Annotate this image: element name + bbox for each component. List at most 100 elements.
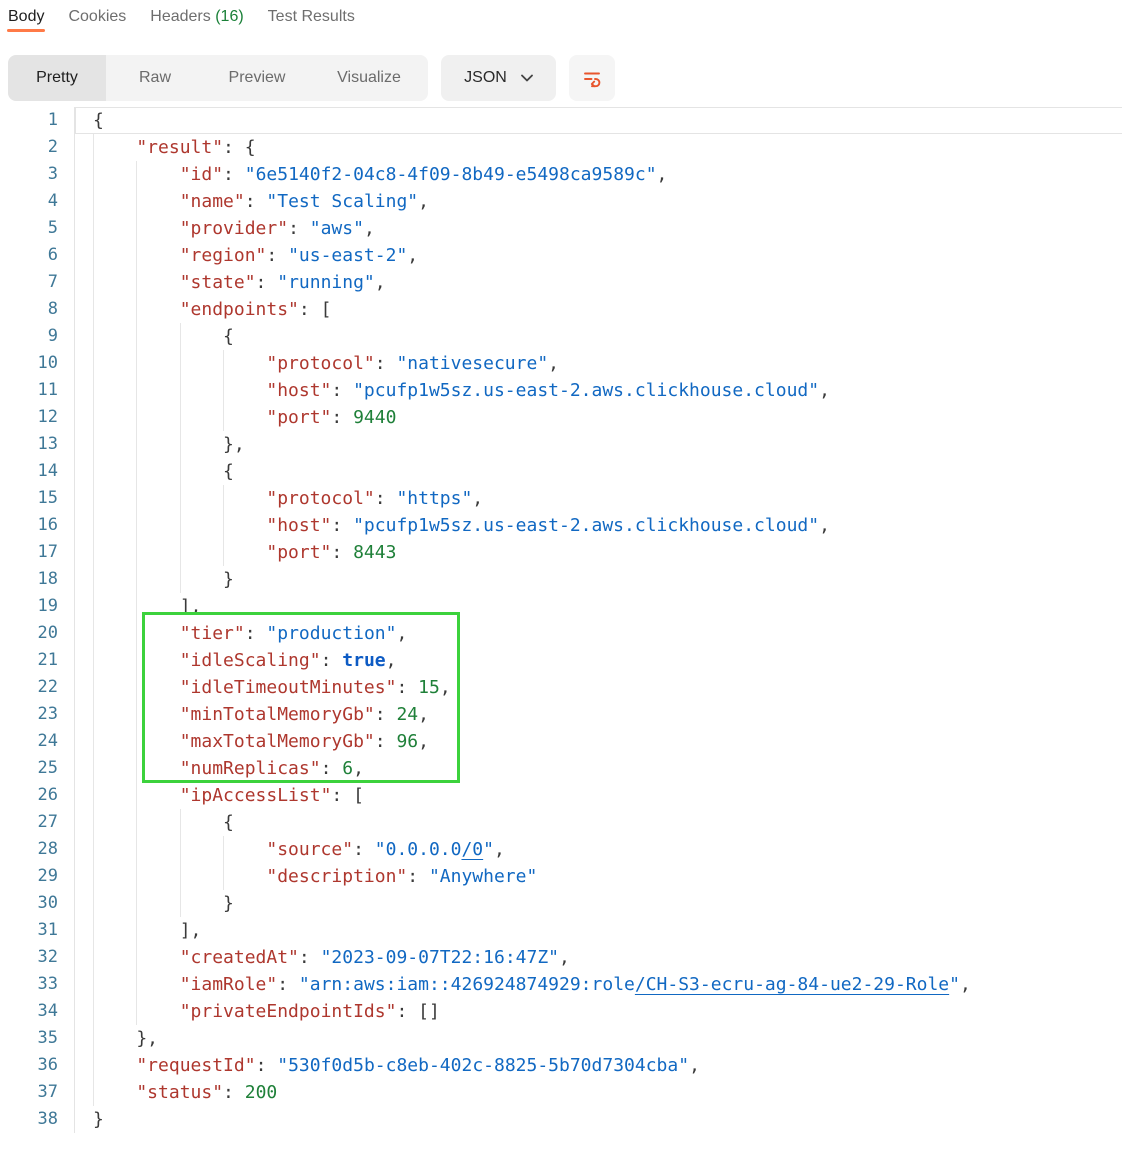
indent-guide [180, 566, 223, 593]
indent-guide [93, 350, 136, 377]
punctuation-token: , [440, 677, 451, 698]
code-line-content: "endpoints": [ [75, 296, 1122, 323]
indent-guide [93, 1079, 136, 1106]
indent-guide [93, 998, 136, 1025]
link-token[interactable]: /CH-S3-ecru-ag-84-ue2-29-Role [635, 974, 949, 995]
key-token: "idleTimeoutMinutes" [180, 677, 397, 698]
indent-guide [223, 836, 266, 863]
punctuation-token: , [418, 704, 429, 725]
indent-guide [136, 188, 179, 215]
punctuation-token: , [396, 623, 407, 644]
response-tab-bar: Body Cookies Headers (16) Test Results [0, 0, 1122, 42]
code-line-content: "requestId": "530f0d5b-c8eb-402c-8825-5b… [75, 1052, 1122, 1079]
indent-guide [136, 431, 179, 458]
key-token: "region" [180, 245, 267, 266]
line-number: 8 [0, 296, 75, 323]
code-line: 8"endpoints": [ [0, 296, 1122, 323]
line-number: 16 [0, 512, 75, 539]
code-line-content: "protocol": "nativesecure", [75, 350, 1122, 377]
code-line-content: "iamRole": "arn:aws:iam::426924874929:ro… [75, 971, 1122, 998]
indent-guide [136, 566, 179, 593]
code-line-content: "tier": "production", [75, 620, 1122, 647]
key-token: "maxTotalMemoryGb" [180, 731, 375, 752]
view-switcher: PrettyRawPreviewVisualize [8, 55, 428, 101]
indent-guide [93, 431, 136, 458]
tab-cookies[interactable]: Cookies [68, 8, 126, 38]
key-token: "provider" [180, 218, 288, 239]
line-number: 38 [0, 1106, 75, 1133]
number-token: 24 [396, 704, 418, 725]
code-line-content: "idleScaling": true, [75, 647, 1122, 674]
punctuation-token: : [256, 1055, 278, 1076]
indent-guide [93, 188, 136, 215]
number-token: 9440 [353, 407, 396, 428]
line-number: 9 [0, 323, 75, 350]
code-line: 11"host": "pcufp1w5sz.us-east-2.aws.clic… [0, 377, 1122, 404]
view-visualize-button[interactable]: Visualize [310, 55, 428, 101]
punctuation-token: , [418, 731, 429, 752]
format-dropdown-label: JSON [464, 69, 507, 87]
line-number: 29 [0, 863, 75, 890]
indent-guide [93, 485, 136, 512]
indent-guide [180, 539, 223, 566]
code-line-content: "result": { [75, 134, 1122, 161]
code-line-content: "host": "pcufp1w5sz.us-east-2.aws.clickh… [75, 377, 1122, 404]
key-token: "protocol" [266, 488, 374, 509]
indent-guide [136, 323, 179, 350]
punctuation-token: : [375, 704, 397, 725]
code-line: 4"name": "Test Scaling", [0, 188, 1122, 215]
link-token[interactable]: /0 [461, 839, 483, 860]
punctuation-token: } [223, 569, 234, 590]
wrap-lines-button[interactable] [569, 55, 615, 101]
tab-test-results[interactable]: Test Results [268, 8, 355, 38]
indent-guide [93, 674, 136, 701]
code-line-content: "id": "6e5140f2-04c8-4f09-8b49-e5498ca95… [75, 161, 1122, 188]
line-number: 13 [0, 431, 75, 458]
wrap-lines-icon [582, 68, 602, 88]
line-number: 31 [0, 917, 75, 944]
format-dropdown[interactable]: JSON [441, 55, 556, 101]
view-raw-button[interactable]: Raw [106, 55, 204, 101]
indent-guide [136, 512, 179, 539]
tab-label: Body [8, 8, 44, 25]
view-pretty-button[interactable]: Pretty [8, 55, 106, 101]
indent-guide [136, 620, 179, 647]
indent-guide [136, 674, 179, 701]
indent-guide [93, 593, 136, 620]
punctuation-token: : [ [331, 785, 364, 806]
code-line: 19], [0, 593, 1122, 620]
indent-guide [223, 485, 266, 512]
code-line-content: "state": "running", [75, 269, 1122, 296]
code-line-content: "status": 200 [75, 1079, 1122, 1106]
key-token: "description" [266, 866, 407, 887]
key-token: "protocol" [266, 353, 374, 374]
code-line: 24"maxTotalMemoryGb": 96, [0, 728, 1122, 755]
indent-guide [136, 404, 179, 431]
line-number: 5 [0, 215, 75, 242]
line-number: 14 [0, 458, 75, 485]
key-token: "port" [266, 542, 331, 563]
code-line: 22"idleTimeoutMinutes": 15, [0, 674, 1122, 701]
code-line-content: } [75, 566, 1122, 593]
indent-guide [136, 242, 179, 269]
code-line-content: "minTotalMemoryGb": 24, [75, 701, 1122, 728]
code-line-content: "region": "us-east-2", [75, 242, 1122, 269]
code-line-content: "numReplicas": 6, [75, 755, 1122, 782]
line-number: 1 [0, 107, 75, 134]
indent-guide [93, 458, 136, 485]
number-token: 8443 [353, 542, 396, 563]
line-number: 19 [0, 593, 75, 620]
indent-guide [180, 431, 223, 458]
response-body-editor[interactable]: 1{2"result": {3"id": "6e5140f2-04c8-4f09… [0, 107, 1122, 1133]
tab-body[interactable]: Body [8, 8, 44, 38]
view-preview-button[interactable]: Preview [204, 55, 310, 101]
code-line: 26"ipAccessList": [ [0, 782, 1122, 809]
string-token: "6e5140f2-04c8-4f09-8b49-e5498ca9589c" [245, 164, 657, 185]
punctuation-token: : [321, 758, 343, 779]
indent-guide [180, 809, 223, 836]
punctuation-token: : [256, 272, 278, 293]
string-token: " [483, 839, 494, 860]
line-number: 37 [0, 1079, 75, 1106]
tab-headers[interactable]: Headers (16) [150, 8, 243, 38]
code-line: 18} [0, 566, 1122, 593]
